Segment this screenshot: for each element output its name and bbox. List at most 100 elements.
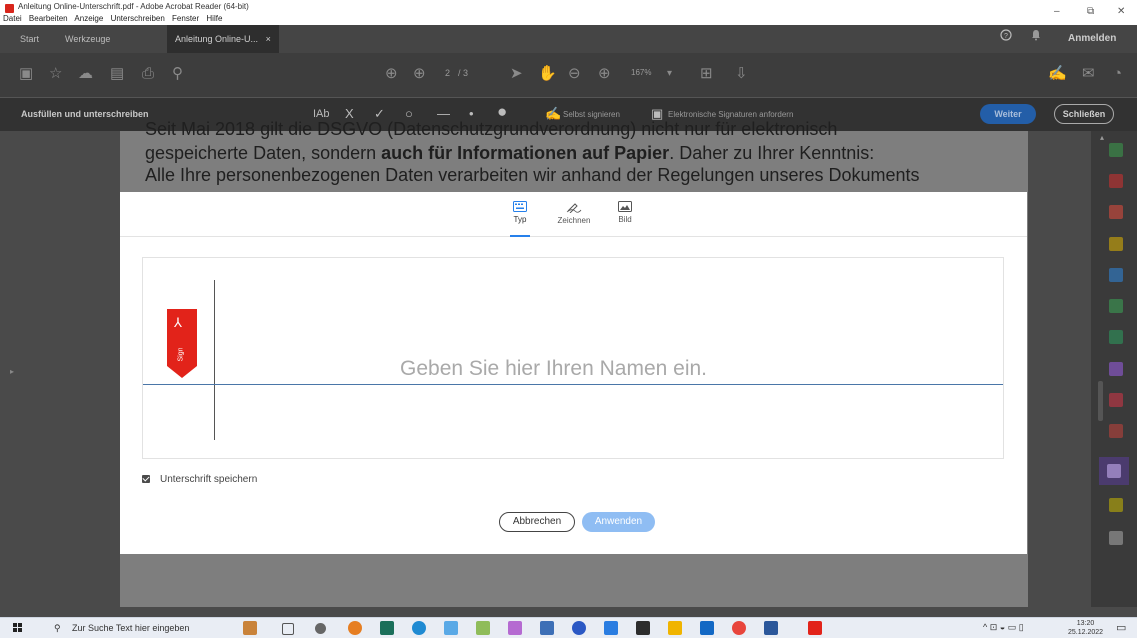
edit-pdf-icon[interactable] bbox=[1109, 174, 1123, 188]
name-placeholder[interactable]: Geben Sie hier Ihren Namen ein. bbox=[400, 357, 707, 381]
notification-icon[interactable]: ▭ bbox=[1116, 621, 1126, 634]
filled-circle-icon[interactable]: ● bbox=[497, 103, 507, 120]
menu-datei[interactable]: Datei bbox=[3, 14, 22, 23]
tab-zeichnen[interactable]: Zeichnen bbox=[554, 201, 594, 225]
minimize-button[interactable]: – bbox=[1054, 6, 1060, 17]
tab-bild[interactable]: Bild bbox=[616, 201, 634, 224]
compress-pdf-icon[interactable] bbox=[1109, 330, 1123, 344]
signature-dialog: Typ Zeichnen Bild ⅄ Sign Geben Sie hier … bbox=[120, 192, 1027, 554]
save-signature-checkbox[interactable] bbox=[142, 475, 150, 483]
menu-unterschreiben[interactable]: Unterschreiben bbox=[111, 14, 165, 23]
zoom-in-icon[interactable]: ⊕ bbox=[598, 65, 611, 83]
search-icon[interactable]: ⚲ bbox=[172, 65, 183, 83]
doc-line-2: Alle Ihre personenbezogenen Daten verarb… bbox=[145, 165, 920, 185]
anwenden-button[interactable]: Anwenden bbox=[582, 512, 655, 532]
more-tools-icon[interactable] bbox=[1109, 531, 1123, 545]
doc-line-1-bold: auch für Informationen auf Papier bbox=[381, 143, 670, 163]
tab-start[interactable]: Start bbox=[20, 25, 39, 53]
download-icon[interactable] bbox=[444, 621, 458, 635]
system-clock[interactable]: 13:20 25.12.2022 bbox=[1068, 619, 1103, 637]
zoom-icon[interactable] bbox=[572, 621, 586, 635]
mail-icon[interactable]: ✉ bbox=[1082, 65, 1095, 83]
browser-icon[interactable] bbox=[348, 621, 362, 635]
export-pdf-icon[interactable] bbox=[1109, 205, 1123, 219]
document-icon[interactable]: ▤ bbox=[110, 65, 124, 83]
acrobat-taskbar-icon[interactable] bbox=[808, 621, 822, 635]
weather-widget-icon[interactable] bbox=[243, 621, 257, 635]
chrome-icon[interactable] bbox=[732, 621, 746, 635]
menu-bearbeiten[interactable]: Bearbeiten bbox=[29, 14, 68, 23]
print-icon[interactable]: ⎙ bbox=[142, 65, 154, 83]
left-panel-arrow-icon[interactable]: ▸ bbox=[10, 367, 14, 376]
taskbar-search-placeholder: Zur Suche Text hier eingeben bbox=[72, 623, 190, 633]
task-view-icon[interactable] bbox=[282, 623, 294, 635]
weiter-button[interactable]: Weiter bbox=[980, 104, 1036, 124]
bell-icon[interactable] bbox=[1031, 25, 1041, 53]
settings-icon[interactable] bbox=[315, 623, 326, 634]
todo-icon[interactable] bbox=[604, 621, 618, 635]
page-up-icon[interactable]: ⊕ bbox=[385, 65, 398, 83]
word-icon[interactable] bbox=[764, 621, 778, 635]
store-icon[interactable] bbox=[380, 621, 394, 635]
svg-text:?: ? bbox=[1004, 33, 1008, 40]
menu-anzeige[interactable]: Anzeige bbox=[74, 14, 103, 23]
close-window-button[interactable]: ✕ bbox=[1117, 6, 1125, 17]
hand-tool-icon[interactable]: ✋ bbox=[538, 65, 557, 83]
zoom-level[interactable]: 167% bbox=[631, 68, 651, 77]
tab-bild-label: Bild bbox=[618, 215, 632, 224]
request-esign-icon[interactable] bbox=[1109, 362, 1123, 376]
create-pdf-icon[interactable] bbox=[1109, 143, 1123, 157]
upload-cloud-icon[interactable]: ☁ bbox=[78, 65, 93, 83]
fit-page-icon[interactable]: ⊞ bbox=[700, 65, 713, 83]
taskbar-search[interactable]: ⚲ Zur Suche Text hier eingeben bbox=[36, 620, 226, 636]
file-explorer-icon[interactable] bbox=[668, 621, 682, 635]
sign-in-link[interactable]: Anmelden bbox=[1068, 25, 1116, 53]
tab-typ[interactable]: Typ bbox=[508, 201, 532, 237]
save-signature-option[interactable]: Unterschrift speichern bbox=[142, 474, 257, 485]
tab-bar: Start Werkzeuge Anleitung Online-U... × … bbox=[0, 25, 1137, 53]
page-display-icon[interactable]: ⇩ bbox=[735, 65, 748, 83]
account-icon[interactable]: ◔ bbox=[1113, 65, 1122, 83]
sign-tool-icon[interactable]: ✍ bbox=[1048, 65, 1067, 83]
tab-document[interactable]: Anleitung Online-U... × bbox=[167, 25, 279, 53]
app-icon-4[interactable] bbox=[636, 621, 650, 635]
vertical-scrollbar[interactable] bbox=[1098, 381, 1103, 421]
app-icon-3[interactable] bbox=[540, 621, 554, 635]
abbrechen-button[interactable]: Abbrechen bbox=[499, 512, 575, 532]
help-icon[interactable]: ? bbox=[1000, 25, 1012, 53]
select-cursor-icon[interactable]: ➤ bbox=[510, 65, 523, 83]
edge-icon[interactable] bbox=[412, 621, 426, 635]
schliessen-button[interactable]: Schließen bbox=[1054, 104, 1114, 124]
menu-hilfe[interactable]: Hilfe bbox=[206, 14, 222, 23]
app-icon-2[interactable] bbox=[508, 621, 522, 635]
prepare-form-icon[interactable] bbox=[1109, 424, 1123, 438]
bookmark-star-icon[interactable]: ☆ bbox=[49, 65, 62, 83]
selbst-signieren-button[interactable]: Selbst signieren bbox=[563, 110, 620, 119]
page-number-input[interactable]: 2 bbox=[445, 68, 450, 78]
maximize-button[interactable]: ⧉ bbox=[1087, 6, 1094, 17]
sign-here-tag: ⅄ Sign bbox=[167, 309, 197, 378]
stamp-icon[interactable] bbox=[1109, 498, 1123, 512]
outlook-icon[interactable] bbox=[700, 621, 714, 635]
windows-start-icon[interactable] bbox=[13, 623, 23, 633]
zoom-out-icon[interactable]: ⊖ bbox=[568, 65, 581, 83]
comment-icon[interactable] bbox=[1109, 237, 1123, 251]
menu-fenster[interactable]: Fenster bbox=[172, 14, 199, 23]
tray-icons[interactable]: ^ ⊡ ◒ ▭ ▯ bbox=[983, 622, 1024, 633]
zoom-dropdown-icon[interactable]: ▾ bbox=[667, 65, 672, 83]
signature-input-area[interactable]: ⅄ Sign Geben Sie hier Ihren Namen ein. bbox=[142, 257, 1004, 459]
fill-sign-icon[interactable] bbox=[1107, 464, 1121, 478]
page-down-icon[interactable]: ⊕ bbox=[413, 65, 426, 83]
combine-files-icon[interactable] bbox=[1109, 268, 1123, 282]
tab-close-icon[interactable]: × bbox=[266, 34, 271, 44]
tab-werkzeuge[interactable]: Werkzeuge bbox=[65, 25, 110, 53]
clock-date: 25.12.2022 bbox=[1068, 629, 1104, 636]
app-icon-1[interactable] bbox=[476, 621, 490, 635]
elektronische-signaturen-button[interactable]: Elektronische Signaturen anfordern bbox=[668, 110, 793, 119]
scroll-up-icon[interactable]: ▴ bbox=[1100, 133, 1104, 142]
protect-icon[interactable] bbox=[1109, 393, 1123, 407]
organize-pages-icon[interactable] bbox=[1109, 299, 1123, 313]
title-bar: Anleitung Online-Unterschrift.pdf - Adob… bbox=[0, 0, 1137, 25]
save-icon[interactable]: ▣ bbox=[19, 65, 33, 83]
keyboard-icon bbox=[513, 201, 527, 212]
